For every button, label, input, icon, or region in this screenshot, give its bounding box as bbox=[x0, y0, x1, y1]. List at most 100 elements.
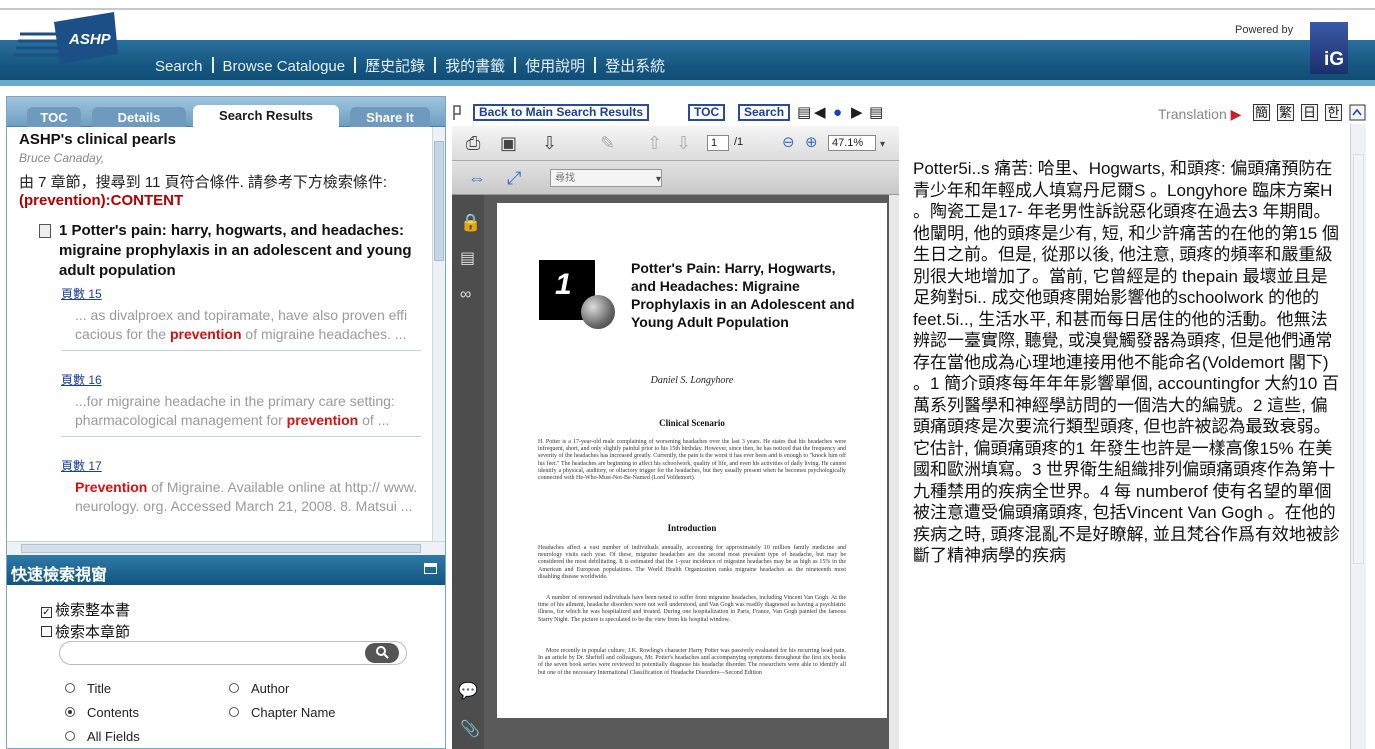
search-button[interactable] bbox=[365, 643, 399, 663]
radio-selected-icon[interactable] bbox=[65, 707, 75, 717]
field-radio-all-fields[interactable]: All Fields bbox=[65, 729, 140, 744]
results-horizontal-scrollbar[interactable] bbox=[7, 541, 445, 555]
fit-page-icon[interactable]: ⤢ bbox=[507, 168, 521, 188]
ig-logo[interactable]: iG bbox=[1310, 22, 1348, 74]
minimize-icon[interactable] bbox=[424, 563, 437, 574]
main-nav: Search Browse Catalogue 歷史記錄 我的書籤 使用說明 登出系統 bbox=[155, 55, 665, 76]
hit-snippet: ... as divalproex and topiramate, have a… bbox=[61, 306, 421, 344]
tab-share-it[interactable]: Share It bbox=[350, 107, 430, 127]
japanese-button[interactable]: 日 bbox=[1301, 104, 1318, 121]
find-dropdown-icon[interactable]: ▾ bbox=[656, 170, 661, 190]
scroll-thumb[interactable] bbox=[434, 141, 444, 261]
binoculars-icon[interactable]: ∞ bbox=[460, 285, 471, 305]
quick-search-body: ✓ 檢索整本書 檢索本章節 Title Author Contents Chapt… bbox=[7, 585, 445, 748]
tab-toc[interactable]: TOC bbox=[27, 107, 81, 127]
radio-icon[interactable] bbox=[65, 683, 75, 693]
print-icon[interactable]: ⎙ bbox=[466, 133, 480, 153]
page-down-icon[interactable]: ⇩ bbox=[676, 133, 691, 153]
pdf-paragraph: H. Potter is a 17-year-old male complain… bbox=[538, 439, 846, 482]
attachment-icon[interactable]: 📎 bbox=[460, 720, 480, 740]
pdf-chapter-title: Potter's Pain: Harry, Hogwarts, and Head… bbox=[631, 260, 855, 330]
checkbox-label: 檢索整本書 bbox=[55, 602, 131, 619]
comment-icon[interactable]: ✎ bbox=[600, 133, 615, 153]
export-icon[interactable]: ⇩ bbox=[542, 133, 557, 153]
checkbox-checked-icon[interactable]: ✓ bbox=[41, 607, 52, 618]
hit-page-link[interactable]: 頁數 17 bbox=[61, 457, 421, 474]
book-title[interactable]: ASHP's clinical pearls bbox=[19, 131, 176, 148]
hit-divider bbox=[61, 350, 421, 351]
zoom-out-icon[interactable]: ⊖ bbox=[782, 133, 795, 153]
search-icon bbox=[376, 646, 389, 659]
results-vertical-scrollbar[interactable] bbox=[432, 127, 445, 541]
fit-width-icon[interactable]: ⇔ bbox=[468, 168, 486, 188]
search-chapter-checkbox[interactable]: 檢索本章節 bbox=[41, 621, 130, 642]
search-results-pane: ASHP's clinical pearls Bruce Canaday, 由 … bbox=[7, 127, 432, 541]
toc-button[interactable]: TOC bbox=[688, 104, 726, 121]
radio-label: All Fields bbox=[87, 729, 140, 744]
hit-page-link[interactable]: 頁數 16 bbox=[61, 371, 421, 388]
simplified-chinese-button[interactable]: 簡 bbox=[1253, 104, 1270, 121]
tab-details[interactable]: Details bbox=[92, 107, 186, 127]
field-radio-contents[interactable]: Contents bbox=[65, 705, 139, 720]
translate-window-icon[interactable] bbox=[1349, 104, 1366, 121]
nav-search[interactable]: Search bbox=[155, 58, 203, 75]
chapter-result[interactable]: 1 Potter's pain: harry, hogwarts, and he… bbox=[39, 221, 424, 281]
radio-icon[interactable] bbox=[229, 683, 239, 693]
nav-bookmarks[interactable]: 我的書籤 bbox=[445, 58, 505, 75]
pdf-toolbar-secondary: ⇔ ⤢ ▾ bbox=[452, 161, 899, 195]
field-radio-title[interactable]: Title bbox=[65, 681, 111, 696]
radio-label: Chapter Name bbox=[251, 705, 336, 720]
comments-icon[interactable]: 💬 bbox=[458, 682, 478, 702]
pdf-vertical-scrollbar[interactable] bbox=[889, 195, 899, 749]
next-page-icon[interactable]: ▶ bbox=[851, 105, 863, 120]
hit-page-link[interactable]: 頁數 15 bbox=[61, 285, 421, 302]
scroll-thumb[interactable] bbox=[1353, 154, 1364, 564]
checkbox-label: 檢索本章節 bbox=[55, 624, 131, 641]
quick-search-input[interactable] bbox=[59, 641, 407, 665]
zoom-level-input[interactable]: 47.1% bbox=[828, 135, 876, 151]
tab-search-results[interactable]: Search Results bbox=[193, 105, 339, 128]
prev-page-icon[interactable]: ◀ bbox=[814, 105, 826, 120]
nav-help[interactable]: 使用說明 bbox=[525, 58, 585, 75]
pdf-toolbar: ⎙ ▣ ⇩ ✎ ⇧ ⇩ 1 /1 ⊖ ⊕ 47.1% ▾ bbox=[452, 126, 899, 161]
radio-icon[interactable] bbox=[229, 707, 239, 717]
snippet-keyword: prevention bbox=[286, 412, 359, 428]
traditional-chinese-button[interactable]: 繁 bbox=[1277, 104, 1294, 121]
pdf-author: Daniel S. Longyhore bbox=[650, 375, 734, 386]
current-page-icon[interactable]: ● bbox=[833, 105, 842, 120]
last-page-icon[interactable]: ▤ bbox=[869, 105, 883, 120]
page-number-input[interactable]: 1 bbox=[707, 135, 729, 151]
zoom-in-icon[interactable]: ⊕ bbox=[805, 133, 818, 153]
back-to-results-button[interactable]: Back to Main Search Results bbox=[473, 104, 650, 121]
chapter-title[interactable]: 1 Potter's pain: harry, hogwarts, and he… bbox=[39, 221, 424, 281]
nav-logout[interactable]: 登出系統 bbox=[605, 58, 665, 75]
page-up-icon[interactable]: ⇧ bbox=[647, 133, 662, 153]
left-panel: TOC Details Search Results Share It ASHP… bbox=[6, 96, 446, 749]
pages-icon[interactable]: ▤ bbox=[460, 249, 475, 269]
translation-scrollbar[interactable] bbox=[1350, 124, 1366, 749]
app-header: ASHP Search Browse Catalogue 歷史記錄 我的書籤 使用說明 登… bbox=[0, 0, 1375, 86]
scroll-thumb[interactable] bbox=[21, 544, 421, 553]
search-viewer-button[interactable]: Search bbox=[738, 104, 791, 121]
radio-icon[interactable] bbox=[65, 731, 75, 741]
ashp-logo[interactable]: ASHP bbox=[14, 12, 124, 70]
document-icon bbox=[39, 224, 51, 238]
field-radio-author[interactable]: Author bbox=[229, 681, 289, 696]
checkbox-icon[interactable] bbox=[41, 626, 52, 637]
bookmark-flag-icon[interactable] bbox=[452, 105, 462, 121]
lock-icon[interactable]: 🔒 bbox=[460, 213, 481, 233]
nav-browse-catalogue[interactable]: Browse Catalogue bbox=[223, 58, 346, 75]
field-radio-chapter-name[interactable]: Chapter Name bbox=[229, 705, 336, 720]
save-icon[interactable]: ▣ bbox=[500, 133, 517, 153]
nav-separator bbox=[594, 57, 597, 73]
search-whole-book-checkbox[interactable]: ✓ 檢索整本書 bbox=[41, 599, 130, 620]
korean-button[interactable]: 한 bbox=[1325, 104, 1342, 121]
first-page-icon[interactable]: ▤ bbox=[797, 105, 811, 120]
pdf-find-input[interactable] bbox=[550, 169, 662, 187]
snippet-keyword: Prevention bbox=[75, 479, 148, 495]
pdf-section-heading: Clinical Scenario bbox=[659, 418, 725, 428]
nav-history[interactable]: 歷史記錄 bbox=[365, 58, 425, 75]
result-summary: 由 7 章節，搜尋到 11 頁符合條件. 請參考下方檢索條件: (prevent… bbox=[19, 174, 427, 210]
zoom-dropdown-icon[interactable]: ▾ bbox=[880, 135, 885, 155]
left-tabs: TOC Details Search Results Share It bbox=[7, 97, 445, 128]
